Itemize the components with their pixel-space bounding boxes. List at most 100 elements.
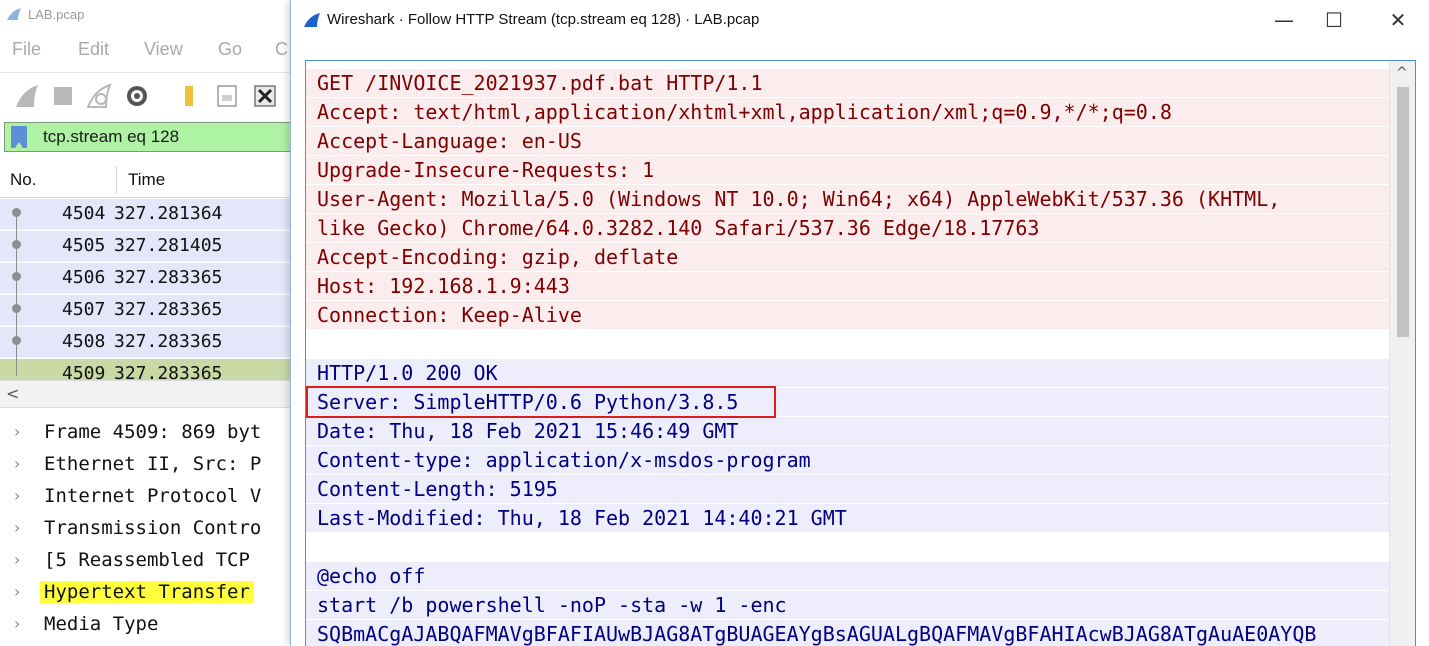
- wireshark-fin-icon: [7, 8, 21, 20]
- highlight-box: [306, 386, 776, 418]
- details-row[interactable]: › Media Type: [0, 608, 300, 640]
- chevron-right-icon[interactable]: ›: [14, 518, 20, 537]
- details-label: Transmission Contro: [44, 517, 262, 539]
- minimize-button[interactable]: —: [1261, 4, 1307, 36]
- stream-vscrollbar[interactable]: ^: [1389, 61, 1415, 646]
- stream-line-client: Connection: Keep-Alive: [306, 301, 1389, 329]
- stop-icon[interactable]: [50, 83, 76, 109]
- stream-line-server: Date: Thu, 18 Feb 2021 15:46:49 GMT: [306, 417, 1389, 445]
- menu-bar: File Edit View Go C: [0, 36, 300, 64]
- stream-line-server: Content-Length: 5195: [306, 475, 1389, 503]
- main-window-titlebar: LAB.pcap: [0, 0, 300, 30]
- main-window-title: LAB.pcap: [28, 7, 85, 22]
- chevron-right-icon[interactable]: ›: [14, 550, 20, 569]
- packet-time: 327.283365: [114, 267, 223, 288]
- column-header-time[interactable]: Time: [128, 170, 165, 190]
- stream-line-server: start /b powershell -noP -sta -w 1 -enc: [306, 591, 1389, 619]
- packet-number: 4504: [62, 203, 106, 224]
- chevron-right-icon[interactable]: ›: [14, 454, 20, 473]
- details-label: Media Type: [44, 613, 159, 635]
- packet-number: 4507: [62, 299, 106, 320]
- stream-line-server: SQBmACgAJABQAFMAVgBFAFIAUwBJAG8ATgBUAGEA…: [306, 620, 1389, 646]
- dialog-title: Wireshark · Follow HTTP Stream (tcp.stre…: [327, 11, 760, 28]
- packet-details: › Frame 4509: 869 byt › Ethernet II, Src: P…: [0, 416, 300, 646]
- menu-go[interactable]: Go: [218, 39, 242, 60]
- main-toolbar: [0, 72, 300, 116]
- packet-time: 327.283365: [114, 299, 223, 320]
- stream-line-client: Accept-Encoding: gzip, deflate: [306, 243, 1389, 271]
- packet-number: 4505: [62, 235, 106, 256]
- packet-row[interactable]: 4507 327.283365: [0, 295, 300, 326]
- packet-row[interactable]: 4505 327.281405: [0, 231, 300, 262]
- stream-line-client: Accept-Language: en-US: [306, 127, 1389, 155]
- options-gear-icon[interactable]: [124, 83, 150, 109]
- stream-content[interactable]: GET /INVOICE_2021937.pdf.bat HTTP/1.1 Acc…: [305, 60, 1416, 646]
- scroll-up-icon[interactable]: ^: [1396, 65, 1408, 81]
- scroll-left-icon[interactable]: <: [6, 384, 19, 403]
- packet-time: 327.283365: [114, 331, 223, 352]
- stream-line-client: Accept: text/html,application/xhtml+xml,…: [306, 98, 1389, 126]
- follow-stream-dialog: Wireshark · Follow HTTP Stream (tcp.stre…: [290, 0, 1429, 646]
- details-row[interactable]: › Ethernet II, Src: P: [0, 448, 300, 480]
- stream-line-client: User-Agent: Mozilla/5.0 (Windows NT 10.0…: [306, 185, 1389, 213]
- stream-line-server: Content-type: application/x-msdos-progra…: [306, 446, 1389, 474]
- scroll-thumb[interactable]: [1397, 87, 1409, 337]
- menu-capture[interactable]: C: [275, 39, 288, 60]
- menu-view[interactable]: View: [144, 39, 183, 60]
- chevron-right-icon[interactable]: ›: [14, 422, 20, 441]
- bookmark-icon[interactable]: [11, 126, 27, 148]
- stream-line-client: GET /INVOICE_2021937.pdf.bat HTTP/1.1: [306, 69, 1389, 97]
- stream-line-client: Host: 192.168.1.9:443: [306, 272, 1389, 300]
- maximize-button[interactable]: ☐: [1311, 4, 1357, 36]
- chevron-right-icon[interactable]: ›: [14, 486, 20, 505]
- chevron-right-icon[interactable]: ›: [14, 614, 20, 633]
- display-filter-value: tcp.stream eq 128: [43, 127, 180, 146]
- menu-file[interactable]: File: [12, 39, 41, 60]
- details-label: [5 Reassembled TCP: [44, 549, 250, 571]
- save-file-icon[interactable]: [214, 83, 240, 109]
- stream-line-client: like Gecko) Chrome/64.0.3282.140 Safari/…: [306, 214, 1389, 242]
- display-filter-input[interactable]: tcp.stream eq 128: [4, 122, 300, 152]
- conversation-dot: [12, 208, 21, 217]
- packet-list-hscrollbar[interactable]: <: [0, 380, 300, 408]
- main-window: LAB.pcap File Edit View Go C tcp.stream …: [0, 0, 300, 646]
- dialog-titlebar: Wireshark · Follow HTTP Stream (tcp.stre…: [291, 0, 1429, 40]
- packet-number: 4508: [62, 331, 106, 352]
- menu-edit[interactable]: Edit: [78, 39, 109, 60]
- stream-blank-line: [306, 533, 1389, 561]
- close-file-icon[interactable]: [252, 83, 278, 109]
- conversation-line: [16, 208, 17, 376]
- stream-blank-line: [306, 330, 1389, 358]
- packet-list: 4504 327.281364 4505 327.281405 4506 327.2833…: [0, 199, 300, 390]
- close-button[interactable]: ✕: [1375, 4, 1421, 36]
- details-row[interactable]: › Hypertext Transfer: [0, 576, 300, 608]
- column-header-no[interactable]: No.: [10, 170, 36, 190]
- packet-number: 4506: [62, 267, 106, 288]
- stream-line-server: Last-Modified: Thu, 18 Feb 2021 14:40:21…: [306, 504, 1389, 532]
- column-divider: [116, 166, 117, 194]
- details-row[interactable]: › [5 Reassembled TCP: [0, 544, 300, 576]
- conversation-dot: [12, 336, 21, 345]
- stream-line-server: @echo off: [306, 562, 1389, 590]
- open-folder-icon[interactable]: [176, 83, 202, 109]
- shark-fin-start-icon[interactable]: [14, 83, 40, 109]
- packet-list-header: No. Time: [0, 162, 300, 198]
- packet-time: 327.281405: [114, 235, 223, 256]
- stream-line-client: Upgrade-Insecure-Requests: 1: [306, 156, 1389, 184]
- details-row[interactable]: › Frame 4509: 869 byt: [0, 416, 300, 448]
- conversation-dot: [12, 272, 21, 281]
- conversation-dot: [12, 304, 21, 313]
- stream-line-server: HTTP/1.0 200 OK: [306, 359, 1389, 387]
- packet-time: 327.281364: [114, 203, 223, 224]
- details-label: Hypertext Transfer: [40, 581, 254, 603]
- packet-row[interactable]: 4506 327.283365: [0, 263, 300, 294]
- packet-row[interactable]: 4508 327.283365: [0, 327, 300, 358]
- restart-icon[interactable]: [86, 83, 112, 109]
- details-label: Internet Protocol V: [44, 485, 262, 507]
- details-label: Ethernet II, Src: P: [44, 453, 262, 475]
- details-row[interactable]: › Transmission Contro: [0, 512, 300, 544]
- conversation-dot: [12, 240, 21, 249]
- packet-row[interactable]: 4504 327.281364: [0, 199, 300, 230]
- chevron-right-icon[interactable]: ›: [14, 582, 20, 601]
- details-row[interactable]: › Internet Protocol V: [0, 480, 300, 512]
